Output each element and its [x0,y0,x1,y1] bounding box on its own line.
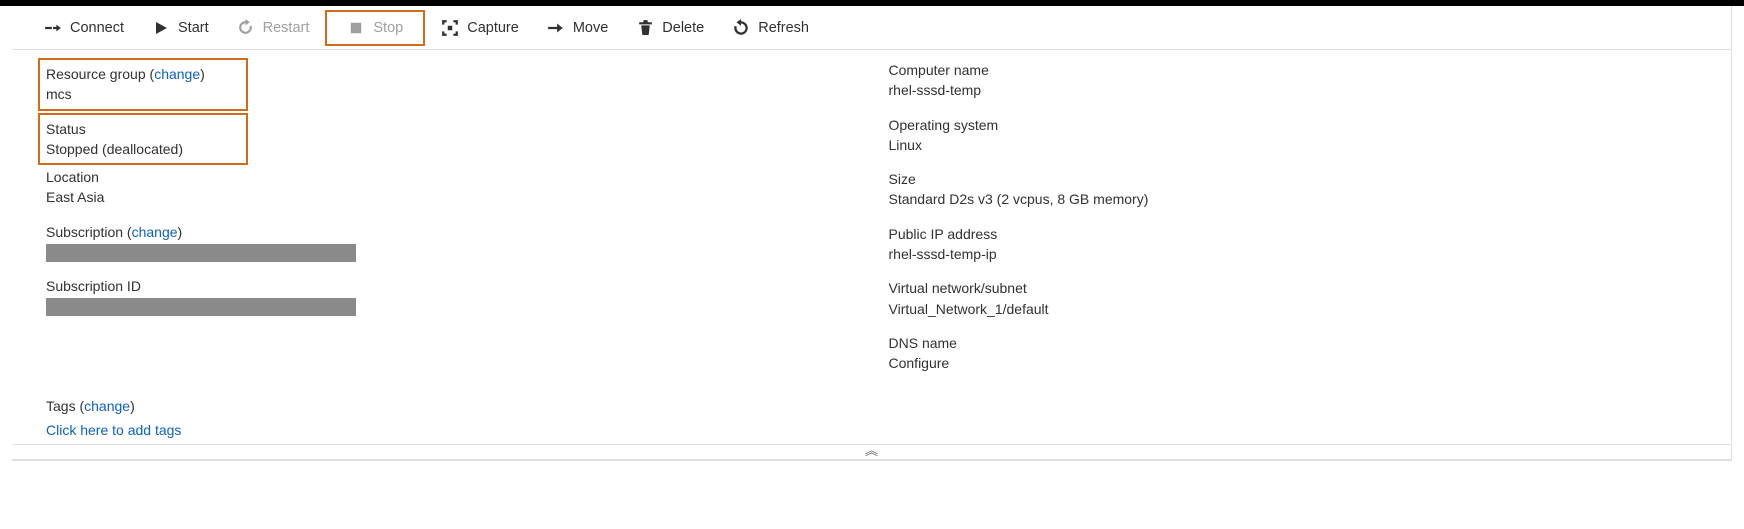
overview-content: Resource group (change) mcs Status Stopp… [12,50,1731,392]
os-value: Linux [889,135,1732,155]
subscription-id-prop: Subscription ID [46,276,889,316]
os-label: Operating system [889,115,1732,135]
subscription-value-redacted [46,244,356,262]
resource-group-change-link[interactable]: change [154,66,200,82]
connect-icon [44,19,62,37]
status-label: Status [46,119,246,139]
size-value: Standard D2s v3 (2 vcpus, 8 GB memory) [889,189,1732,209]
os-prop: Operating system Linux [889,115,1732,156]
subscription-change-link[interactable]: change [132,224,178,240]
public-ip-label: Public IP address [889,224,1732,244]
stop-label: Stop [373,20,403,36]
subscription-label: Subscription (change) [46,222,889,242]
resource-group-prop: Resource group (change) mcs [46,64,246,105]
start-button[interactable]: Start [140,10,221,46]
status-prop: Status Stopped (deallocated) [46,119,246,160]
capture-icon [441,19,459,37]
vnet-prop: Virtual network/subnet Virtual_Network_1… [889,278,1732,319]
resource-group-value[interactable]: mcs [46,84,246,104]
public-ip-value[interactable]: rhel-sssd-temp-ip [889,244,1732,264]
restart-label: Restart [263,20,310,36]
restart-icon [237,19,255,37]
public-ip-prop: Public IP address rhel-sssd-temp-ip [889,224,1732,265]
subscription-id-value-redacted [46,298,356,316]
status-value: Stopped (deallocated) [46,139,246,159]
play-icon [152,19,170,37]
delete-icon [636,19,654,37]
tags-label: Tags [46,398,76,414]
dns-value[interactable]: Configure [889,353,1732,373]
collapse-bar[interactable]: ︽ [12,444,1731,460]
resource-group-label: Resource group (change) [46,64,246,84]
move-button[interactable]: Move [535,10,620,46]
stop-button: Stop [325,10,425,46]
vm-toolbar: Connect Start Restart Stop Capture [12,6,1731,50]
connect-label: Connect [70,20,124,36]
size-prop: Size Standard D2s v3 (2 vcpus, 8 GB memo… [889,169,1732,210]
left-column: Resource group (change) mcs Status Stopp… [12,58,889,388]
start-label: Start [178,20,209,36]
vnet-value[interactable]: Virtual_Network_1/default [889,299,1732,319]
capture-label: Capture [467,20,519,36]
dns-label: DNS name [889,333,1732,353]
location-prop: Location East Asia [46,167,889,208]
computer-name-label: Computer name [889,60,1732,80]
vnet-label: Virtual network/subnet [889,278,1732,298]
subscription-label-text: Subscription [46,224,123,240]
move-label: Move [573,20,608,36]
subscription-id-label: Subscription ID [46,276,889,296]
tags-change-link[interactable]: change [84,398,130,414]
refresh-icon [732,19,750,37]
tags-section: Tags (change) Click here to add tags [12,392,1731,444]
restart-button: Restart [225,10,322,46]
resource-group-highlight: Resource group (change) mcs [38,58,248,111]
connect-button[interactable]: Connect [32,10,136,46]
right-column: Computer name rhel-sssd-temp Operating s… [889,58,1732,388]
resource-group-label-text: Resource group [46,66,146,82]
dns-prop: DNS name Configure [889,333,1732,374]
status-highlight: Status Stopped (deallocated) [38,113,248,166]
refresh-label: Refresh [758,20,809,36]
computer-name-value: rhel-sssd-temp [889,80,1732,100]
move-icon [547,19,565,37]
add-tags-link[interactable]: Click here to add tags [46,422,1731,438]
computer-name-prop: Computer name rhel-sssd-temp [889,60,1732,101]
size-label: Size [889,169,1732,189]
refresh-button[interactable]: Refresh [720,10,821,46]
tags-label-row: Tags (change) [46,398,1731,414]
capture-button[interactable]: Capture [429,10,531,46]
stop-icon [347,19,365,37]
subscription-prop: Subscription (change) [46,222,889,262]
delete-label: Delete [662,20,704,36]
delete-button[interactable]: Delete [624,10,716,46]
location-value: East Asia [46,187,889,207]
chevron-up-icon: ︽ [865,443,878,458]
location-label: Location [46,167,889,187]
